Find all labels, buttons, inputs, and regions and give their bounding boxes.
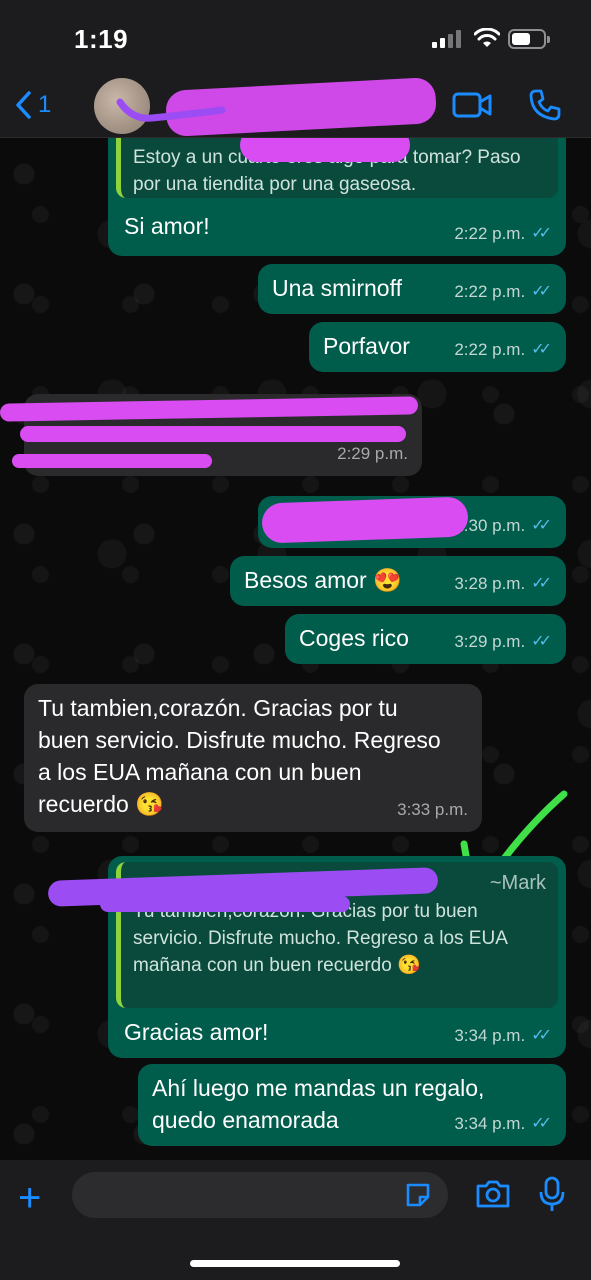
back-chevron-icon [16,91,31,119]
read-ticks-icon: ✓✓ [531,517,552,534]
message-meta: 3:34 p.m. ✓✓ [454,1108,552,1140]
message-text: Una smirnoff [272,275,402,301]
read-ticks-icon: ✓✓ [531,341,552,358]
message-text: Coges rico [299,625,409,651]
status-bar: 1:19 [0,0,591,76]
quoted-text: Tu tambien,corazón. Gracias por tu buen … [133,901,507,976]
message-time: 2:22 p.m. [454,224,526,243]
read-ticks-icon: ✓✓ [531,633,552,650]
message-composer: + [0,1160,591,1280]
wifi-icon [474,28,500,47]
quoted-author: ~Mark [489,872,546,894]
message-meta: 2:29 p.m. [337,438,408,470]
message-text: Gracias amor! [124,1019,269,1045]
message-time: 2:22 p.m. [454,282,526,301]
read-ticks-icon: ✓✓ [531,1027,552,1044]
message-time: 3:29 p.m. [454,632,526,651]
chat-header: 1 [0,76,591,138]
message-text: Besos amor 😍 [244,567,402,593]
message-text: Ahí luego me mandas un regalo, quedo ena… [152,1075,485,1133]
redaction-scribble [12,454,212,468]
back-button[interactable]: 1 [14,90,51,120]
message-list[interactable]: Estoy a un cuarto eres algo para tomar? … [0,138,591,1160]
message-time: 3:34 p.m. [454,1114,526,1133]
sticker-icon[interactable] [404,1181,432,1209]
redaction-scribble [100,896,350,912]
read-ticks-icon: ✓✓ [531,575,552,592]
message-meta: 3:34 p.m. ✓✓ [454,1020,552,1052]
message-time: 2:29 p.m. [337,444,408,463]
camera-icon[interactable] [474,1178,512,1210]
cellular-signal-icon [432,30,462,48]
plus-icon[interactable]: + [18,1178,41,1218]
video-call-icon[interactable] [452,90,492,120]
unread-count: 1 [38,91,52,118]
message-outgoing[interactable]: Porfavor 2:22 p.m. ✓✓ [309,322,566,372]
message-outgoing[interactable]: Una smirnoff 2:22 p.m. ✓✓ [258,264,566,314]
read-ticks-icon: ✓✓ [531,1115,552,1132]
message-meta: 2:22 p.m. ✓✓ [454,218,552,250]
message-meta: 2:22 p.m. ✓✓ [454,334,552,366]
read-ticks-icon: ✓✓ [531,283,552,300]
status-time: 1:19 [74,24,129,54]
redaction-scribble [261,496,469,544]
message-text: Tu tambien,corazón. Gracias por tu buen … [38,695,441,817]
message-text: Porfavor [323,333,410,359]
message-meta: 2:30 p.m. ✓✓ [454,510,552,542]
message-text: Si amor! [124,213,210,239]
microphone-icon[interactable] [538,1176,566,1214]
redaction-scribble [20,426,406,442]
message-time: 3:34 p.m. [454,1026,526,1045]
message-meta: 3:28 p.m. ✓✓ [454,568,552,600]
message-outgoing[interactable]: Coges rico 3:29 p.m. ✓✓ [285,614,566,664]
message-incoming[interactable]: Tu tambien,corazón. Gracias por tu buen … [24,684,482,832]
phone-icon[interactable] [528,88,562,122]
redaction-scribble [240,138,410,162]
message-time: 3:28 p.m. [454,574,526,593]
message-outgoing[interactable]: Ahí luego me mandas un regalo, quedo ena… [138,1064,566,1146]
home-indicator[interactable] [190,1260,400,1267]
read-ticks-icon: ✓✓ [531,225,552,242]
message-outgoing[interactable]: Besos amor 😍 3:28 p.m. ✓✓ [230,556,566,606]
message-meta: 3:29 p.m. ✓✓ [454,626,552,658]
redaction-scribble [116,98,226,122]
message-input[interactable] [72,1172,448,1218]
message-time: 2:22 p.m. [454,340,526,359]
battery-icon [508,29,550,49]
message-meta: 2:22 p.m. ✓✓ [454,276,552,308]
